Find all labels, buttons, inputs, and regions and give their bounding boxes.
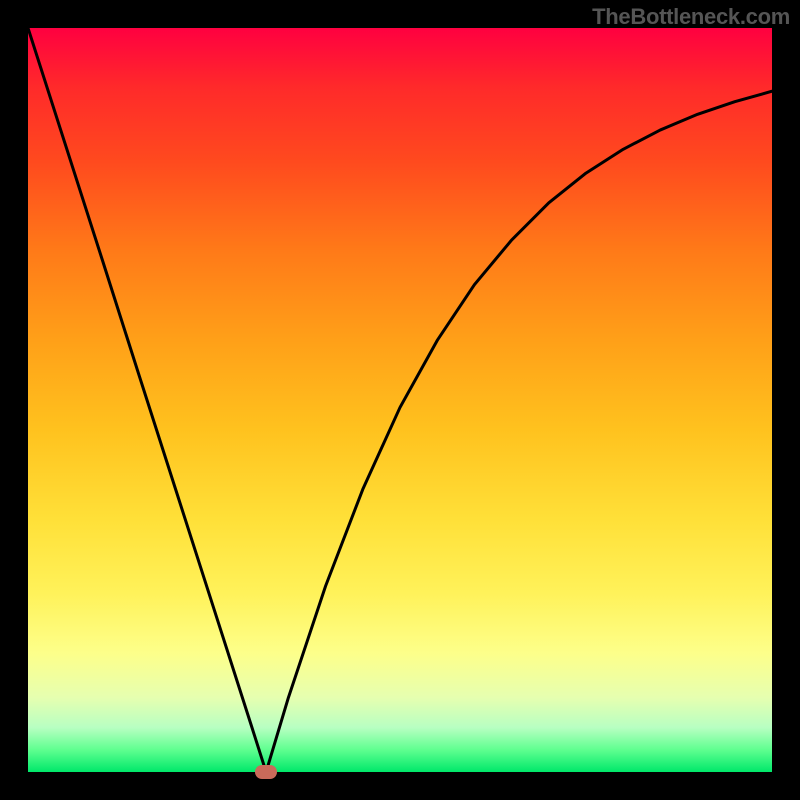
chart-plot-area [28,28,772,772]
chart-curve-svg [28,28,772,772]
watermark-text: TheBottleneck.com [592,4,790,30]
chart-frame: TheBottleneck.com [0,0,800,800]
minimum-marker [255,765,277,779]
bottleneck-curve [28,28,772,772]
